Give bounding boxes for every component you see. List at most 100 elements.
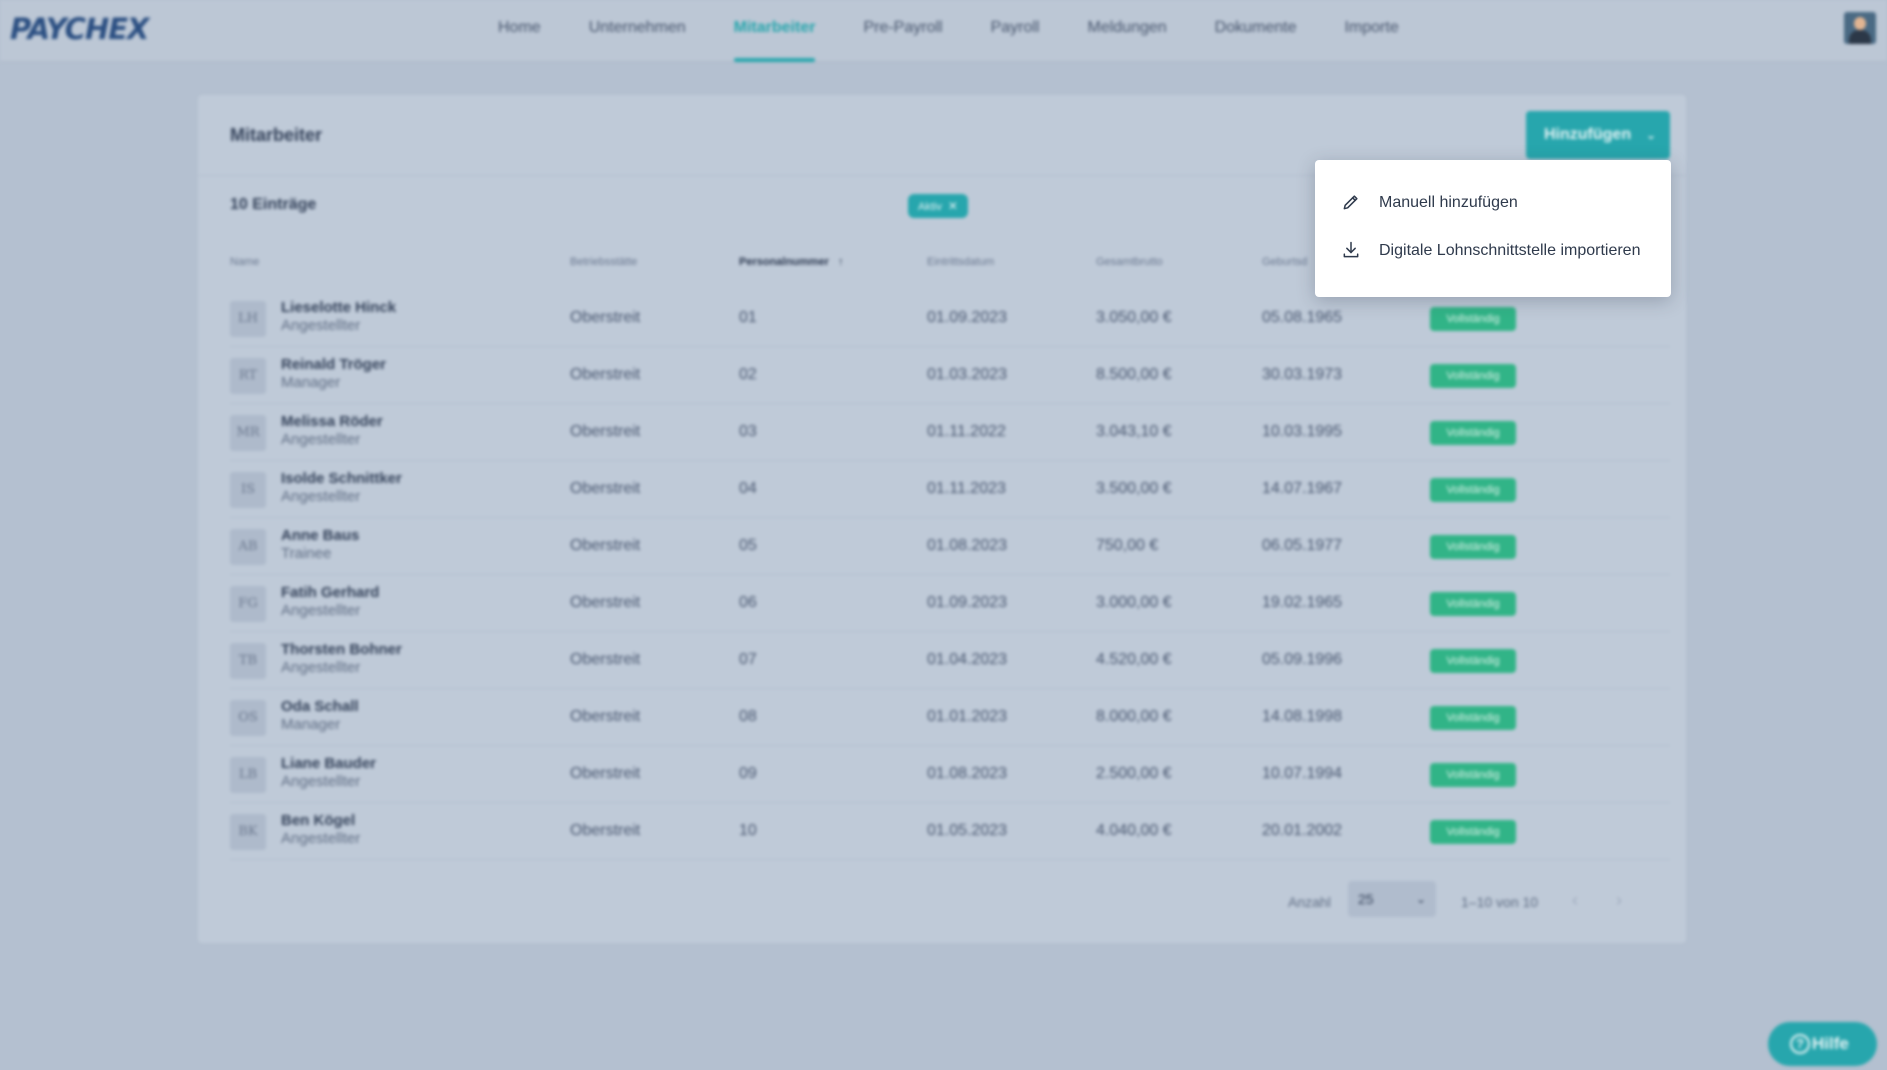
employee-name: Anne Baus bbox=[281, 527, 360, 544]
cell-geburtsdatum: 05.09.1996 bbox=[1262, 651, 1343, 668]
filter-chip-label: Aktiv bbox=[918, 201, 942, 213]
nav-meldungen[interactable]: Meldungen bbox=[1063, 0, 1190, 62]
cell-geburtsdatum: 05.08.1965 bbox=[1262, 309, 1343, 326]
column-header-betriebsstaette[interactable]: Betriebsstätte bbox=[570, 256, 637, 268]
help-button[interactable]: ? Hilfe bbox=[1768, 1022, 1877, 1066]
employee-initials-avatar: BK bbox=[230, 814, 266, 850]
table-row[interactable]: OS Oda Schall Manager Oberstreit 08 01.01.202… bbox=[230, 689, 1670, 746]
status-badge: Vollständig bbox=[1430, 535, 1516, 559]
employee-name: Isolde Schnittker bbox=[281, 470, 402, 487]
cell-personalnummer: 10 bbox=[739, 822, 757, 839]
status-badge: Vollständig bbox=[1430, 364, 1516, 388]
cell-betriebsstaette: Oberstreit bbox=[570, 537, 641, 554]
cell-gesamtbrutto: 3.500,00 € bbox=[1096, 480, 1172, 497]
cell-gesamtbrutto: 4.520,00 € bbox=[1096, 651, 1172, 668]
page-size-select[interactable]: 25 ⌄ bbox=[1348, 881, 1436, 917]
employee-initials-avatar: FG bbox=[230, 586, 266, 622]
page-range: 1–10 von 10 bbox=[1461, 894, 1539, 910]
menu-item-manual-add[interactable]: Manuell hinzufügen bbox=[1315, 180, 1671, 226]
add-button[interactable]: Hinzufügen ⌄ bbox=[1526, 111, 1670, 159]
cell-betriebsstaette: Oberstreit bbox=[570, 423, 641, 440]
nav-pre-payroll[interactable]: Pre-Payroll bbox=[839, 0, 966, 62]
employee-name: Liane Bauder bbox=[281, 755, 377, 772]
employee-name: Melissa Röder bbox=[281, 413, 383, 430]
status-badge: Vollständig bbox=[1430, 763, 1516, 787]
column-header-gesamtbrutto[interactable]: Gesamtbrutto bbox=[1096, 256, 1163, 268]
table-row[interactable]: TB Thorsten Bohner Angestellter Oberstreit 0… bbox=[230, 632, 1670, 689]
cell-gesamtbrutto: 8.500,00 € bbox=[1096, 366, 1172, 383]
download-icon bbox=[1343, 241, 1359, 258]
nav-importe[interactable]: Importe bbox=[1320, 0, 1422, 62]
employee-role: Angestellter bbox=[281, 830, 361, 847]
cell-eintrittsdatum: 01.03.2023 bbox=[927, 366, 1008, 383]
nav-mitarbeiter[interactable]: Mitarbeiter bbox=[710, 0, 840, 62]
status-badge: Vollständig bbox=[1430, 421, 1516, 445]
table-row[interactable]: RT Reinald Tröger Manager Oberstreit 02 01.03… bbox=[230, 347, 1670, 404]
cell-gesamtbrutto: 2.500,00 € bbox=[1096, 765, 1172, 782]
cell-eintrittsdatum: 01.05.2023 bbox=[927, 822, 1008, 839]
employee-initials-avatar: LB bbox=[230, 757, 266, 793]
employee-role: Angestellter bbox=[281, 488, 361, 505]
cell-gesamtbrutto: 3.043,10 € bbox=[1096, 423, 1172, 440]
cell-eintrittsdatum: 01.11.2023 bbox=[927, 480, 1006, 497]
column-header-eintrittsdatum[interactable]: Eintrittsdatum bbox=[927, 256, 994, 268]
close-icon[interactable]: ✕ bbox=[948, 199, 958, 213]
cell-betriebsstaette: Oberstreit bbox=[570, 594, 641, 611]
cell-betriebsstaette: Oberstreit bbox=[570, 822, 641, 839]
table-row[interactable]: MR Melissa Röder Angestellter Oberstreit 03 0… bbox=[230, 404, 1670, 461]
employee-initials-avatar: LH bbox=[230, 301, 266, 337]
next-page-icon[interactable]: › bbox=[1616, 890, 1622, 911]
cell-personalnummer: 07 bbox=[739, 651, 757, 668]
table-row[interactable]: LB Liane Bauder Angestellter Oberstreit 09 01… bbox=[230, 746, 1670, 803]
cell-gesamtbrutto: 8.000,00 € bbox=[1096, 708, 1172, 725]
table-row[interactable]: FG Fatih Gerhard Angestellter Oberstreit 06 0… bbox=[230, 575, 1670, 632]
cell-eintrittsdatum: 01.09.2023 bbox=[927, 309, 1008, 326]
cell-geburtsdatum: 30.03.1973 bbox=[1262, 366, 1343, 383]
add-dropdown-menu: Manuell hinzufügen Digitale Lohnschnitts… bbox=[1315, 160, 1671, 297]
employee-name: Oda Schall bbox=[281, 698, 359, 715]
cell-personalnummer: 05 bbox=[739, 537, 757, 554]
previous-page-icon[interactable]: ‹ bbox=[1572, 890, 1578, 911]
chevron-down-icon: ⌄ bbox=[1645, 128, 1656, 142]
cell-geburtsdatum: 06.05.1977 bbox=[1262, 537, 1343, 554]
cell-eintrittsdatum: 01.09.2023 bbox=[927, 594, 1008, 611]
top-navigation-bar: PAYCHEX Home Unternehmen Mitarbeiter Pre… bbox=[0, 0, 1887, 62]
employee-initials-avatar: OS bbox=[230, 700, 266, 736]
employee-name: Lieselotte Hinck bbox=[281, 299, 397, 316]
status-badge: Vollständig bbox=[1430, 592, 1516, 616]
cell-betriebsstaette: Oberstreit bbox=[570, 480, 641, 497]
column-header-name[interactable]: Name bbox=[230, 256, 259, 268]
cell-betriebsstaette: Oberstreit bbox=[570, 765, 641, 782]
employee-role: Angestellter bbox=[281, 317, 361, 334]
table-row[interactable]: LH Lieselotte Hinck Angestellter Oberstreit… bbox=[230, 290, 1670, 347]
table-row[interactable]: IS Isolde Schnittker Angestellter Oberstrei… bbox=[230, 461, 1670, 518]
cell-geburtsdatum: 14.07.1967 bbox=[1262, 480, 1343, 497]
employee-role: Angestellter bbox=[281, 659, 361, 676]
cell-geburtsdatum: 19.02.1965 bbox=[1262, 594, 1343, 611]
nav-unternehmen[interactable]: Unternehmen bbox=[565, 0, 710, 62]
nav-dokumente[interactable]: Dokumente bbox=[1191, 0, 1321, 62]
status-badge: Vollständig bbox=[1430, 820, 1516, 844]
cell-gesamtbrutto: 4.040,00 € bbox=[1096, 822, 1172, 839]
cell-betriebsstaette: Oberstreit bbox=[570, 651, 641, 668]
employee-name: Fatih Gerhard bbox=[281, 584, 380, 601]
nav-home[interactable]: Home bbox=[474, 0, 565, 62]
table-row[interactable]: BK Ben Kögel Angestellter Oberstreit 10 01.05… bbox=[230, 803, 1670, 860]
sort-arrow-up-icon: ↑ bbox=[837, 256, 844, 268]
paychex-logo[interactable]: PAYCHEX bbox=[10, 12, 149, 46]
status-badge: Vollständig bbox=[1430, 478, 1516, 502]
page-size-value: 25 bbox=[1358, 891, 1374, 907]
main-nav: Home Unternehmen Mitarbeiter Pre-Payroll… bbox=[474, 0, 1423, 62]
page-size-label: Anzahl bbox=[1288, 894, 1331, 910]
nav-payroll[interactable]: Payroll bbox=[967, 0, 1064, 62]
table-row[interactable]: AB Anne Baus Trainee Oberstreit 05 01.08.2023… bbox=[230, 518, 1670, 575]
menu-item-import-interface[interactable]: Digitale Lohnschnittstelle importieren bbox=[1315, 228, 1671, 274]
column-header-personalnummer[interactable]: Personalnummer ↑ bbox=[739, 256, 843, 268]
cell-gesamtbrutto: 3.050,00 € bbox=[1096, 309, 1172, 326]
user-avatar[interactable] bbox=[1844, 12, 1876, 44]
filter-chip-aktiv[interactable]: Aktiv ✕ bbox=[908, 194, 968, 218]
employee-role: Angestellter bbox=[281, 602, 361, 619]
employee-role: Manager bbox=[281, 374, 341, 391]
column-header-geburtsdatum[interactable]: Geburtsd bbox=[1262, 256, 1307, 268]
entry-count: 10 Einträge bbox=[230, 196, 317, 213]
